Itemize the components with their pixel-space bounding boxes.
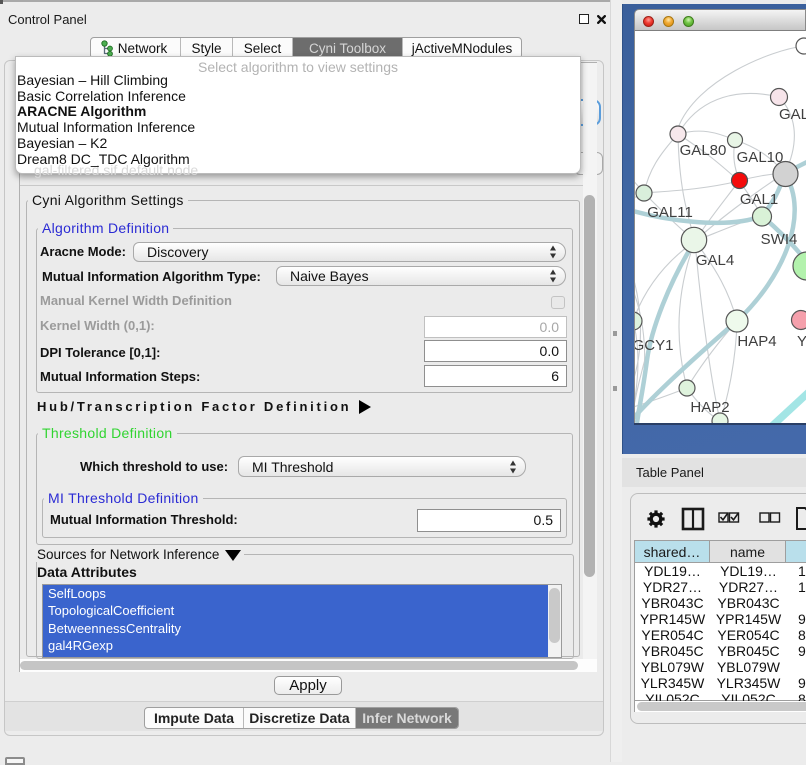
svg-text:Y: Y	[797, 333, 806, 350]
svg-text:GAL4: GAL4	[696, 252, 734, 269]
svg-text:GAL: GAL	[779, 106, 806, 123]
svg-text:SWI4: SWI4	[761, 231, 798, 248]
svg-text:GAL11: GAL11	[647, 204, 693, 221]
svg-text:HAP4: HAP4	[737, 333, 776, 350]
svg-text:GCY1: GCY1	[635, 337, 673, 354]
svg-text:GAL10: GAL10	[737, 149, 784, 166]
svg-text:HAP2: HAP2	[690, 399, 729, 416]
svg-text:GAL80: GAL80	[680, 142, 727, 159]
svg-text:GAL1: GAL1	[740, 191, 778, 208]
